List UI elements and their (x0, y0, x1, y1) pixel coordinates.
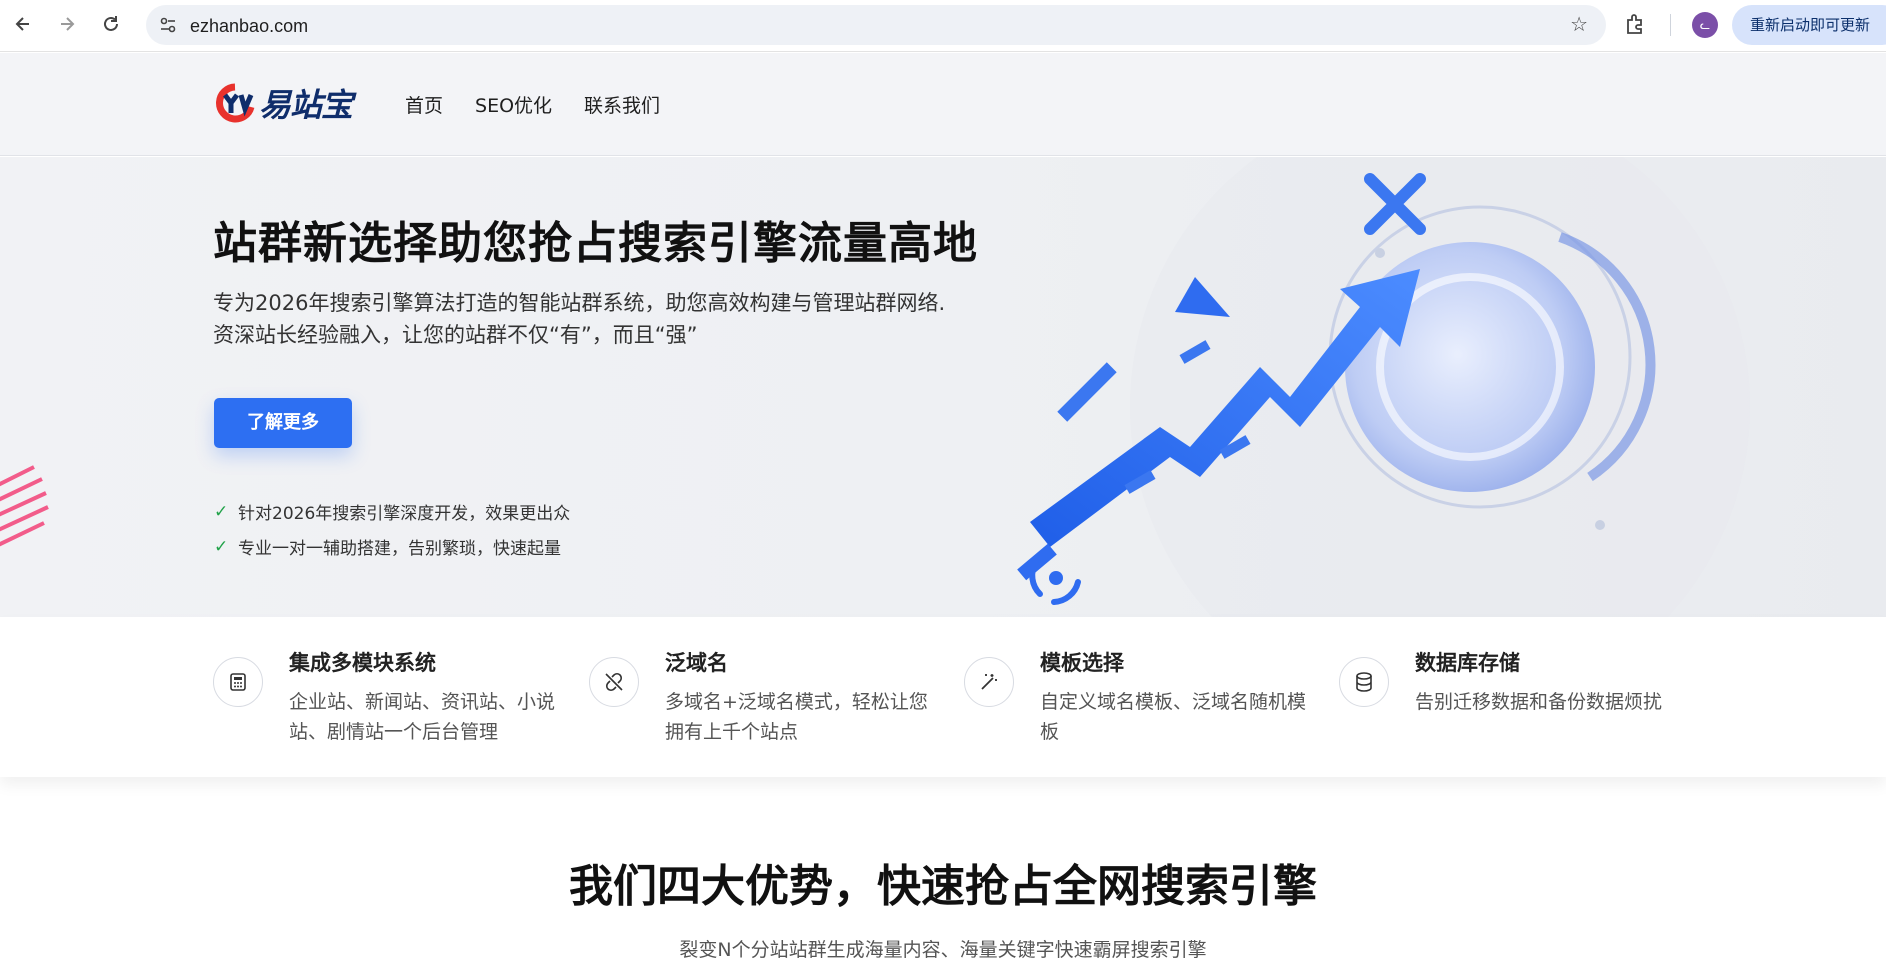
feature-title: 模板选择 (1040, 651, 1124, 675)
database-icon (1339, 657, 1389, 707)
check-item: ✓ 针对2026年搜索引擎深度开发，效果更出众 (214, 494, 570, 529)
magic-wand-icon (964, 657, 1014, 707)
reload-icon (104, 16, 118, 31)
profile-avatar[interactable]: ᓚ (1692, 12, 1718, 38)
hero-section: 站群新选择助您抢占搜索引擎流量高地 专为2026年搜索引擎算法打造的智能站群系统… (0, 157, 1886, 617)
check-icon: ✓ (214, 501, 229, 522)
url-text[interactable]: ezhanbao.com (190, 16, 308, 37)
nav-item-contact[interactable]: 联系我们 (584, 91, 660, 118)
link-off-icon (589, 657, 639, 707)
toolbar-divider (1670, 14, 1671, 36)
address-bar[interactable]: ezhanbao.com ☆ (146, 5, 1606, 45)
hero-checklist: ✓ 针对2026年搜索引擎深度开发，效果更出众 ✓ 专业一对一辅助搭建，告别繁琐… (214, 494, 570, 564)
calculator-icon (213, 657, 263, 707)
advantages-subheading: 裂变N个分站站群生成海量内容、海量关键字快速霸屏搜索引擎 (679, 939, 1207, 959)
pink-stripes-decoration (0, 465, 49, 547)
feature-description: 告别迁移数据和备份数据烦扰 (1415, 691, 1663, 713)
growth-arrow-illustration (1017, 157, 1750, 617)
advantages-heading: 我们四大优势，快速抢占全网搜索引擎 (569, 861, 1317, 912)
site-logo[interactable]: 易站宝 (213, 80, 363, 126)
logo-mark-icon (216, 83, 255, 123)
update-label: 重新启动即可更新 (1750, 16, 1871, 34)
feature-title: 集成多模块系统 (289, 651, 436, 675)
web-page: 易站宝 首页 SEO优化 联系我们 站群新选择助您抢占搜索引擎流量高地 专为20… (0, 53, 1886, 959)
hero-title: 站群新选择助您抢占搜索引擎流量高地 (213, 218, 978, 269)
check-icon: ✓ (214, 536, 229, 557)
logo-text: 易站宝 (259, 87, 353, 123)
main-nav: 首页 SEO优化 联系我们 (405, 91, 692, 118)
hero-subtitle-line2: 资深站长经验融入，让您的站群不仅“有”，而且“强” (213, 323, 698, 347)
feature-description: 企业站、新闻站、资讯站、小说站、剧情站一个后台管理 (289, 691, 556, 743)
browser-toolbar: ezhanbao.com ☆ ᓚ 重新启动即可更新 (0, 0, 1886, 52)
site-header: 易站宝 首页 SEO优化 联系我们 (0, 53, 1886, 156)
site-settings-icon[interactable] (158, 15, 178, 35)
nav-item-seo[interactable]: SEO优化 (475, 91, 552, 118)
feature-card: 模板选择 自定义域名模板、泛域名随机模板 (964, 647, 1324, 757)
check-item: ✓ 专业一对一辅助搭建，告别繁琐，快速起量 (214, 529, 570, 564)
feature-card: 数据库存储 告别迁移数据和备份数据烦扰 (1339, 647, 1699, 757)
features-bar: 集成多模块系统 企业站、新闻站、资讯站、小说站、剧情站一个后台管理 泛域名 多域… (0, 617, 1886, 777)
update-button[interactable]: 重新启动即可更新 (1732, 5, 1886, 45)
feature-description: 多域名+泛域名模式，轻松让您拥有上千个站点 (665, 691, 928, 743)
feature-description: 自定义域名模板、泛域名随机模板 (1040, 691, 1307, 743)
feature-title: 数据库存储 (1415, 651, 1520, 675)
nav-item-home[interactable]: 首页 (405, 91, 443, 118)
learn-more-button[interactable]: 了解更多 (214, 398, 352, 448)
hero-subtitle-line1: 专为2026年搜索引擎算法打造的智能站群系统，助您高效构建与管理站群网络. (213, 291, 946, 315)
feature-card: 泛域名 多域名+泛域名模式，轻松让您拥有上千个站点 (589, 647, 949, 757)
reload-button[interactable] (96, 9, 126, 39)
back-button[interactable] (8, 9, 38, 39)
feature-title: 泛域名 (665, 651, 728, 675)
check-item-text: 专业一对一辅助搭建，告别繁琐，快速起量 (238, 539, 561, 559)
extensions-icon[interactable] (1622, 12, 1648, 38)
bookmark-star-icon[interactable]: ☆ (1570, 12, 1588, 36)
hero-subtitle: 专为2026年搜索引擎算法打造的智能站群系统，助您高效构建与管理站群网络. 资深… (213, 287, 945, 351)
signal-ring-icon (1029, 559, 1081, 605)
arrow-right-icon (61, 17, 75, 31)
forward-button[interactable] (52, 9, 82, 39)
profile-initial: ᓚ (1699, 18, 1711, 32)
check-item-text: 针对2026年搜索引擎深度开发，效果更出众 (238, 504, 571, 524)
feature-card: 集成多模块系统 企业站、新闻站、资讯站、小说站、剧情站一个后台管理 (213, 647, 573, 757)
arrow-left-icon (15, 17, 29, 31)
